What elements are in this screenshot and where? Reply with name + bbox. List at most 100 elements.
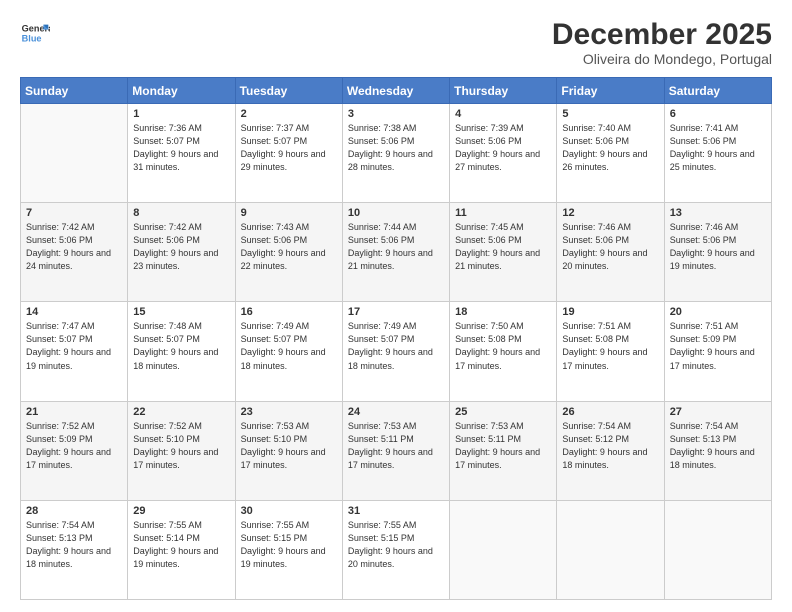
cell-details: Sunrise: 7:49 AMSunset: 5:07 PMDaylight:… <box>348 320 444 372</box>
calendar-cell: 9 Sunrise: 7:43 AMSunset: 5:06 PMDaylight… <box>235 203 342 302</box>
day-number: 27 <box>670 406 766 418</box>
calendar-cell <box>450 500 557 599</box>
calendar-cell <box>21 104 128 203</box>
day-number: 14 <box>26 306 122 318</box>
calendar-cell: 26 Sunrise: 7:54 AMSunset: 5:12 PMDayligh… <box>557 401 664 500</box>
calendar-cell: 18 Sunrise: 7:50 AMSunset: 5:08 PMDayligh… <box>450 302 557 401</box>
calendar-cell: 30Sunrise: 7:55 AMSunset: 5:15 PMDayligh… <box>235 500 342 599</box>
calendar-cell: 25Sunrise: 7:53 AMSunset: 5:11 PMDayligh… <box>450 401 557 500</box>
day-number: 23 <box>241 406 337 418</box>
cell-details: Sunrise: 7:48 AMSunset: 5:07 PMDaylight:… <box>133 320 229 372</box>
day-number: 19 <box>562 306 658 318</box>
day-number: 31 <box>348 505 444 517</box>
cell-details: Sunrise: 7:42 AMSunset: 5:06 PMDaylight:… <box>26 221 122 273</box>
logo: General Blue <box>20 18 50 48</box>
calendar-cell: 16 Sunrise: 7:49 AMSunset: 5:07 PMDayligh… <box>235 302 342 401</box>
weekday-header-row: SundayMondayTuesdayWednesdayThursdayFrid… <box>21 78 772 104</box>
cell-details: Sunrise: 7:53 AMSunset: 5:10 PMDaylight:… <box>241 420 337 472</box>
calendar-cell: 29 Sunrise: 7:55 AMSunset: 5:14 PMDayligh… <box>128 500 235 599</box>
page: General Blue December 2025 Oliveira do M… <box>0 0 792 612</box>
calendar-cell: 19Sunrise: 7:51 AMSunset: 5:08 PMDayligh… <box>557 302 664 401</box>
cell-details: Sunrise: 7:38 AMSunset: 5:06 PMDaylight:… <box>348 122 444 174</box>
day-number: 29 <box>133 505 229 517</box>
day-number: 24 <box>348 406 444 418</box>
day-number: 20 <box>670 306 766 318</box>
weekday-header-wednesday: Wednesday <box>342 78 449 104</box>
cell-details: Sunrise: 7:42 AMSunset: 5:06 PMDaylight:… <box>133 221 229 273</box>
day-number: 15 <box>133 306 229 318</box>
calendar-cell: 1 Sunrise: 7:36 AMSunset: 5:07 PMDaylight… <box>128 104 235 203</box>
cell-details: Sunrise: 7:37 AMSunset: 5:07 PMDaylight:… <box>241 122 337 174</box>
cell-details: Sunrise: 7:46 AMSunset: 5:06 PMDaylight:… <box>670 221 766 273</box>
day-number: 26 <box>562 406 658 418</box>
day-number: 16 <box>241 306 337 318</box>
cell-details: Sunrise: 7:45 AMSunset: 5:06 PMDaylight:… <box>455 221 551 273</box>
day-number: 1 <box>133 108 229 120</box>
cell-details: Sunrise: 7:43 AMSunset: 5:06 PMDaylight:… <box>241 221 337 273</box>
day-number: 10 <box>348 207 444 219</box>
calendar-cell: 2Sunrise: 7:37 AMSunset: 5:07 PMDaylight… <box>235 104 342 203</box>
cell-details: Sunrise: 7:41 AMSunset: 5:06 PMDaylight:… <box>670 122 766 174</box>
weekday-header-tuesday: Tuesday <box>235 78 342 104</box>
cell-details: Sunrise: 7:51 AMSunset: 5:09 PMDaylight:… <box>670 320 766 372</box>
cell-details: Sunrise: 7:55 AMSunset: 5:15 PMDaylight:… <box>241 519 337 571</box>
calendar-week-2: 7 Sunrise: 7:42 AMSunset: 5:06 PMDaylight… <box>21 203 772 302</box>
calendar-cell: 17 Sunrise: 7:49 AMSunset: 5:07 PMDayligh… <box>342 302 449 401</box>
calendar-cell: 5 Sunrise: 7:40 AMSunset: 5:06 PMDaylight… <box>557 104 664 203</box>
day-number: 9 <box>241 207 337 219</box>
cell-details: Sunrise: 7:52 AMSunset: 5:09 PMDaylight:… <box>26 420 122 472</box>
day-number: 11 <box>455 207 551 219</box>
calendar-cell: 6 Sunrise: 7:41 AMSunset: 5:06 PMDaylight… <box>664 104 771 203</box>
header: General Blue December 2025 Oliveira do M… <box>20 18 772 67</box>
calendar-cell: 3 Sunrise: 7:38 AMSunset: 5:06 PMDaylight… <box>342 104 449 203</box>
calendar-cell: 15 Sunrise: 7:48 AMSunset: 5:07 PMDayligh… <box>128 302 235 401</box>
cell-details: Sunrise: 7:46 AMSunset: 5:06 PMDaylight:… <box>562 221 658 273</box>
calendar-week-1: 1 Sunrise: 7:36 AMSunset: 5:07 PMDaylight… <box>21 104 772 203</box>
calendar-cell: 12 Sunrise: 7:46 AMSunset: 5:06 PMDayligh… <box>557 203 664 302</box>
calendar-week-3: 14Sunrise: 7:47 AMSunset: 5:07 PMDayligh… <box>21 302 772 401</box>
cell-details: Sunrise: 7:52 AMSunset: 5:10 PMDaylight:… <box>133 420 229 472</box>
cell-details: Sunrise: 7:54 AMSunset: 5:13 PMDaylight:… <box>26 519 122 571</box>
day-number: 6 <box>670 108 766 120</box>
subtitle: Oliveira do Mondego, Portugal <box>552 51 772 67</box>
calendar-cell: 13Sunrise: 7:46 AMSunset: 5:06 PMDayligh… <box>664 203 771 302</box>
calendar-cell: 27Sunrise: 7:54 AMSunset: 5:13 PMDayligh… <box>664 401 771 500</box>
calendar-cell: 20 Sunrise: 7:51 AMSunset: 5:09 PMDayligh… <box>664 302 771 401</box>
cell-details: Sunrise: 7:49 AMSunset: 5:07 PMDaylight:… <box>241 320 337 372</box>
day-number: 5 <box>562 108 658 120</box>
calendar-cell: 14Sunrise: 7:47 AMSunset: 5:07 PMDayligh… <box>21 302 128 401</box>
calendar-cell: 8 Sunrise: 7:42 AMSunset: 5:06 PMDaylight… <box>128 203 235 302</box>
weekday-header-friday: Friday <box>557 78 664 104</box>
cell-details: Sunrise: 7:55 AMSunset: 5:15 PMDaylight:… <box>348 519 444 571</box>
day-number: 18 <box>455 306 551 318</box>
weekday-header-monday: Monday <box>128 78 235 104</box>
calendar-cell: 28Sunrise: 7:54 AMSunset: 5:13 PMDayligh… <box>21 500 128 599</box>
calendar-cell: 11 Sunrise: 7:45 AMSunset: 5:06 PMDayligh… <box>450 203 557 302</box>
weekday-header-saturday: Saturday <box>664 78 771 104</box>
cell-details: Sunrise: 7:54 AMSunset: 5:12 PMDaylight:… <box>562 420 658 472</box>
calendar-cell: 10Sunrise: 7:44 AMSunset: 5:06 PMDayligh… <box>342 203 449 302</box>
day-number: 21 <box>26 406 122 418</box>
day-number: 3 <box>348 108 444 120</box>
cell-details: Sunrise: 7:36 AMSunset: 5:07 PMDaylight:… <box>133 122 229 174</box>
calendar-week-5: 28Sunrise: 7:54 AMSunset: 5:13 PMDayligh… <box>21 500 772 599</box>
day-number: 22 <box>133 406 229 418</box>
cell-details: Sunrise: 7:50 AMSunset: 5:08 PMDaylight:… <box>455 320 551 372</box>
day-number: 17 <box>348 306 444 318</box>
calendar-cell: 4 Sunrise: 7:39 AMSunset: 5:06 PMDaylight… <box>450 104 557 203</box>
calendar-cell: 31 Sunrise: 7:55 AMSunset: 5:15 PMDayligh… <box>342 500 449 599</box>
logo-icon: General Blue <box>20 18 50 48</box>
cell-details: Sunrise: 7:39 AMSunset: 5:06 PMDaylight:… <box>455 122 551 174</box>
day-number: 12 <box>562 207 658 219</box>
calendar-cell <box>664 500 771 599</box>
day-number: 4 <box>455 108 551 120</box>
cell-details: Sunrise: 7:40 AMSunset: 5:06 PMDaylight:… <box>562 122 658 174</box>
cell-details: Sunrise: 7:53 AMSunset: 5:11 PMDaylight:… <box>455 420 551 472</box>
calendar-cell <box>557 500 664 599</box>
day-number: 8 <box>133 207 229 219</box>
calendar-cell: 7 Sunrise: 7:42 AMSunset: 5:06 PMDaylight… <box>21 203 128 302</box>
calendar-cell: 22 Sunrise: 7:52 AMSunset: 5:10 PMDayligh… <box>128 401 235 500</box>
day-number: 7 <box>26 207 122 219</box>
cell-details: Sunrise: 7:55 AMSunset: 5:14 PMDaylight:… <box>133 519 229 571</box>
svg-text:Blue: Blue <box>22 33 42 43</box>
